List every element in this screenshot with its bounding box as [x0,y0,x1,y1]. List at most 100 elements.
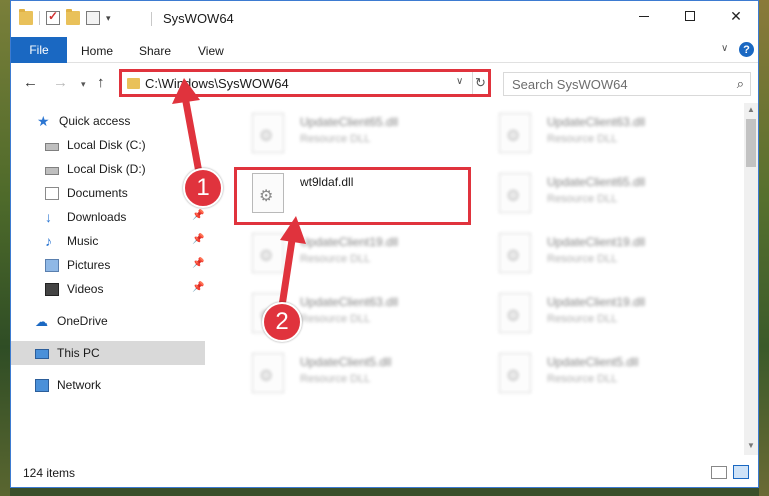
pin-icon[interactable]: 📌 [192,234,204,245]
customize-toolbar-icon[interactable] [86,11,100,25]
file-type: Resource DLL [300,253,371,265]
this-pc-icon [35,348,49,359]
sidebar-item-downloads[interactable]: ↓ Downloads 📌 [11,205,205,229]
address-path[interactable]: C:\Windows\SysWOW64 [145,76,289,91]
tab-home[interactable]: Home [81,44,113,58]
sidebar-item-label: Documents [67,186,128,200]
desktop-background-right [759,0,769,496]
pin-icon[interactable]: 📌 [192,258,204,269]
sidebar-item-label: Network [57,378,102,392]
close-button[interactable]: ✕ [713,1,759,31]
vertical-scrollbar[interactable]: ▲ ▼ [744,103,758,455]
sidebar-item-documents[interactable]: Documents [11,181,205,205]
maximize-button[interactable] [667,1,713,31]
file-item[interactable]: UpdateClient19.dll Resource DLL [234,227,474,285]
sidebar-item-network[interactable]: Network [11,373,205,397]
file-type: Resource DLL [547,313,618,325]
dll-file-icon [499,353,531,393]
videos-icon [45,282,59,296]
desktop-background-left [0,0,10,496]
file-item[interactable]: UpdateClient5.dll Resource DLL [234,347,474,405]
close-icon: ✕ [730,7,742,24]
navigation-pane: ★ Quick access Local Disk (C:) Local Dis… [11,103,205,455]
pin-icon[interactable]: 📌 [192,282,204,293]
forward-arrow-icon[interactable]: → [53,74,68,91]
search-box[interactable]: ⌕ [503,72,751,96]
toolbar-divider [39,11,40,25]
back-arrow-icon[interactable]: ← [23,74,38,91]
sidebar-item-label: This PC [57,346,100,360]
onedrive-icon: ☁ [35,313,48,329]
file-name: UpdateClient5.dll [547,355,639,369]
file-name: UpdateClient65.dll [547,175,646,189]
sidebar-item-local-disk-c[interactable]: Local Disk (C:) [11,133,205,157]
file-item[interactable]: UpdateClient19.dll Resource DLL [481,287,721,345]
address-bar[interactable]: C:\Windows\SysWOW64 ∨ ↻ [119,69,491,97]
pin-icon[interactable]: 📌 [192,210,204,221]
tab-view[interactable]: View [198,44,224,58]
sidebar-item-quick-access[interactable]: ★ Quick access [11,109,205,133]
tab-share[interactable]: Share [139,44,171,58]
sidebar-item-music[interactable]: ♪ Music 📌 [11,229,205,253]
pictures-icon [45,258,59,272]
expand-ribbon-icon[interactable]: ∨ [721,43,728,54]
file-item[interactable]: UpdateClient65.dll Resource DLL [234,107,474,165]
sidebar-item-label: OneDrive [57,314,108,328]
sidebar-item-onedrive[interactable]: ☁ OneDrive [11,309,205,333]
properties-check-icon[interactable] [46,9,60,25]
scroll-up-icon[interactable]: ▲ [747,105,755,114]
scroll-down-icon[interactable]: ▼ [747,441,755,450]
file-name: UpdateClient19.dll [547,235,646,249]
scrollbar-thumb[interactable] [746,119,756,167]
file-name: UpdateClient19.dll [300,235,399,249]
dll-file-icon [499,113,531,153]
sidebar-item-local-disk-d[interactable]: Local Disk (D:) [11,157,205,181]
chevron-down-icon[interactable]: ▾ [106,13,111,24]
file-explorer-window: ▾ SysWOW64 ✕ File Home Share View ∨ ? ← … [10,0,759,488]
file-type: Resource DLL [300,313,371,325]
sidebar-item-label: Downloads [67,210,127,224]
documents-icon [45,186,59,200]
quick-access-toolbar: ▾ [19,9,111,25]
new-folder-icon[interactable] [66,9,80,25]
file-type: Resource DLL [300,133,371,145]
up-arrow-icon[interactable]: ↑ [97,74,105,91]
search-icon[interactable]: ⌕ [737,76,744,92]
file-item[interactable]: UpdateClient63.dll Resource DLL [481,107,721,165]
dll-file-icon [252,113,284,153]
sidebar-item-label: Local Disk (D:) [67,162,146,176]
address-dropdown-icon[interactable]: ∨ [456,76,463,87]
downloads-icon: ↓ [45,208,52,225]
help-icon[interactable]: ? [739,42,754,57]
disk-icon [45,142,59,151]
large-icons-view-icon[interactable] [733,465,749,479]
file-type: Resource DLL [547,373,618,385]
sidebar-item-pictures[interactable]: Pictures 📌 [11,253,205,277]
tab-file[interactable]: File [11,37,67,63]
star-icon: ★ [37,112,50,129]
dll-file-icon [252,233,284,273]
details-view-icon[interactable] [711,466,727,479]
recent-locations-chevron-icon[interactable]: ▾ [81,79,86,90]
refresh-icon[interactable]: ↻ [472,72,488,94]
minimize-button[interactable] [621,1,667,31]
file-item[interactable]: UpdateClient19.dll Resource DLL [481,227,721,285]
sidebar-item-videos[interactable]: Videos 📌 [11,277,205,301]
sidebar-item-label: Local Disk (C:) [67,138,146,152]
music-icon: ♪ [45,232,52,249]
folder-icon [127,78,140,89]
file-item[interactable]: UpdateClient65.dll Resource DLL [481,167,721,225]
dll-file-icon [499,173,531,213]
file-name: UpdateClient65.dll [300,115,399,129]
item-count: 124 items [23,466,76,480]
maximize-icon [685,11,695,21]
sidebar-item-label: Pictures [67,258,111,272]
search-input[interactable] [504,73,724,95]
file-type: Resource DLL [547,133,618,145]
sidebar-item-this-pc[interactable]: This PC [11,341,205,365]
file-type: Resource DLL [300,373,371,385]
file-item[interactable]: UpdateClient5.dll Resource DLL [481,347,721,405]
file-name: UpdateClient63.dll [300,295,399,309]
network-icon [35,378,49,392]
dll-file-icon [252,353,284,393]
